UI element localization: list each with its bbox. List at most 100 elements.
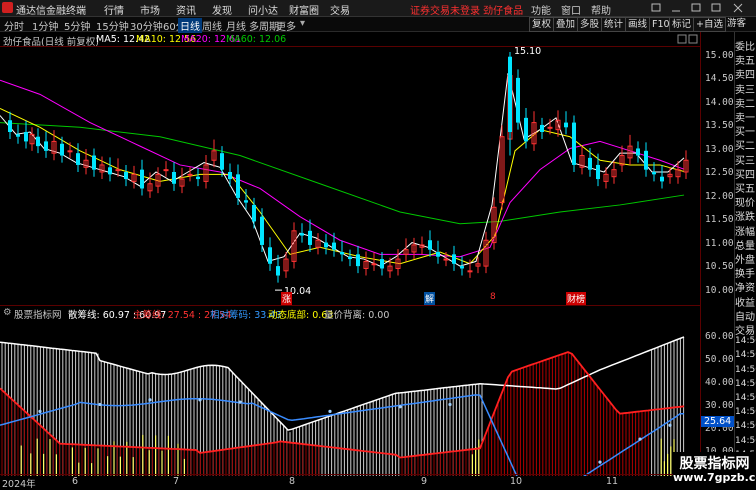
candle-body: [443, 258, 449, 261]
period-15min[interactable]: 15分钟: [96, 18, 129, 33]
menu-jiaoyi[interactable]: 交易: [330, 2, 350, 17]
period-fenshi[interactable]: 分时: [4, 18, 24, 33]
relative-chip-dot: [38, 409, 42, 413]
chart-header: 劲仔食品(日线 前复权) MA5: 12.42 MA10: 12.56 MA20…: [0, 32, 700, 48]
candle-body: [508, 56, 512, 132]
quote-row: 14:50: [735, 435, 756, 446]
quote-row: 14:50: [735, 336, 756, 347]
menu-bangzhu[interactable]: 帮助: [591, 2, 611, 17]
indicator-tick: 60.00: [705, 330, 734, 342]
indicator-tick: 50.00: [705, 353, 734, 365]
menu-faxian[interactable]: 发现: [212, 2, 232, 17]
quote-row: 卖三: [735, 84, 755, 96]
menu-gongneng[interactable]: 功能: [531, 2, 551, 17]
period-1min[interactable]: 1分钟: [32, 18, 58, 33]
period-monthly[interactable]: 月线: [226, 18, 246, 33]
price-tick: 13.00: [705, 143, 734, 155]
x-label-sep: 9: [421, 476, 428, 487]
tag-bao[interactable]: 8: [490, 292, 496, 302]
settings-icon: [677, 34, 687, 44]
mark-button[interactable]: 标记: [669, 17, 695, 32]
menu-chuangkou[interactable]: 窗口: [561, 2, 581, 17]
price-tick: 14.50: [705, 73, 734, 85]
quote-row: 买二: [735, 141, 755, 153]
period-more[interactable]: 更多: [276, 18, 296, 33]
draw-line-button[interactable]: 画线: [625, 17, 651, 32]
period-toolbar: 分时 1分钟 5分钟 15分钟 30分钟 60分钟 日线 周线 月线 多周期 更…: [0, 17, 756, 33]
indicator-chart[interactable]: [0, 318, 700, 476]
menu-shichang[interactable]: 市场: [140, 2, 160, 17]
quote-row: 卖二: [735, 98, 755, 110]
price-tick: 15.00: [705, 49, 734, 61]
candle-body: [452, 254, 456, 264]
candle-body: [428, 240, 432, 250]
candle-body: [115, 169, 121, 172]
candle-body: [660, 176, 664, 182]
price-tick: 14.00: [705, 96, 734, 108]
period-daily[interactable]: 日线: [178, 18, 202, 33]
candle-body: [44, 141, 48, 151]
watermark-url: www.7gpzb.com: [673, 471, 756, 484]
candle-body: [163, 169, 169, 172]
candle-body: [300, 233, 304, 236]
add-watchlist-button[interactable]: +自选: [693, 17, 726, 32]
candle-body: [547, 126, 553, 129]
kline-chart[interactable]: [0, 46, 700, 304]
candle-body: [124, 172, 128, 180]
stats-button[interactable]: 统计: [601, 17, 627, 32]
quote-row: 买三: [735, 155, 755, 167]
login-warning[interactable]: 证券交易未登录 劲仔食品: [410, 2, 523, 17]
menu-caifuquan[interactable]: 财富圈: [289, 2, 319, 17]
menu-hangqing[interactable]: 行情: [104, 2, 124, 17]
candle-body: [324, 242, 328, 248]
menu-zixun[interactable]: 资讯: [176, 2, 196, 17]
relative-chip-dot: [198, 398, 202, 402]
candle-body: [196, 176, 200, 180]
x-label-aug: 8: [289, 476, 296, 487]
zoom-icon: [688, 34, 698, 44]
restore-icon: [711, 3, 721, 12]
quote-row: 14:50: [735, 393, 756, 403]
relative-chip-dot: [98, 402, 102, 407]
gear-icon[interactable]: ⚙: [3, 307, 12, 318]
relative-chip-dot: [238, 400, 242, 404]
chevron-down-icon[interactable]: ▾: [300, 18, 305, 29]
period-multi[interactable]: 多周期: [249, 18, 279, 33]
candle-body: [92, 155, 96, 170]
price-tick: 10.00: [705, 285, 734, 296]
x-label-jul: 7: [173, 476, 180, 487]
title-bar: 通达信金融终端 行情 市场 资讯 发现 问小达 财富圈 交易 证券交易未登录 劲…: [0, 0, 756, 17]
candle-body: [540, 124, 544, 132]
ma60-line: [0, 122, 685, 225]
candle-body: [644, 150, 648, 170]
period-weekly[interactable]: 周线: [202, 18, 222, 33]
quote-row: 自动: [735, 311, 755, 323]
quote-row: 总量: [735, 240, 755, 252]
candle-body: [332, 242, 336, 250]
multi-stock-button[interactable]: 多股: [577, 17, 603, 32]
quote-row: 涨幅: [735, 226, 755, 238]
candle-body: [308, 230, 312, 245]
candle-body: [596, 164, 600, 180]
tag-zhang[interactable]: 涨: [281, 292, 293, 305]
candle-body: [76, 153, 80, 165]
candle-body: [371, 263, 377, 266]
price-tick: 10.50: [705, 261, 734, 273]
period-30min[interactable]: 30分钟: [130, 18, 163, 33]
guest-label[interactable]: 游客: [725, 17, 748, 30]
quote-row: 收益: [735, 297, 755, 309]
menu-wenxiaoda[interactable]: 问小达: [248, 2, 278, 17]
candle-body: [236, 174, 240, 198]
indicator-value-badge: 25.64: [701, 416, 735, 427]
tag-cai[interactable]: 财榜: [566, 292, 587, 305]
price-tick: 12.50: [705, 167, 734, 179]
overlay-button[interactable]: 叠加: [553, 17, 579, 32]
quote-row: 14:50: [735, 378, 756, 389]
candle-body: [340, 252, 344, 255]
period-5min[interactable]: 5分钟: [64, 18, 90, 33]
candle-body: [260, 216, 264, 245]
fuquan-button[interactable]: 复权: [529, 17, 555, 32]
candle-body: [636, 148, 640, 156]
tag-jie[interactable]: 解: [424, 292, 436, 305]
candle-body: [8, 120, 12, 132]
